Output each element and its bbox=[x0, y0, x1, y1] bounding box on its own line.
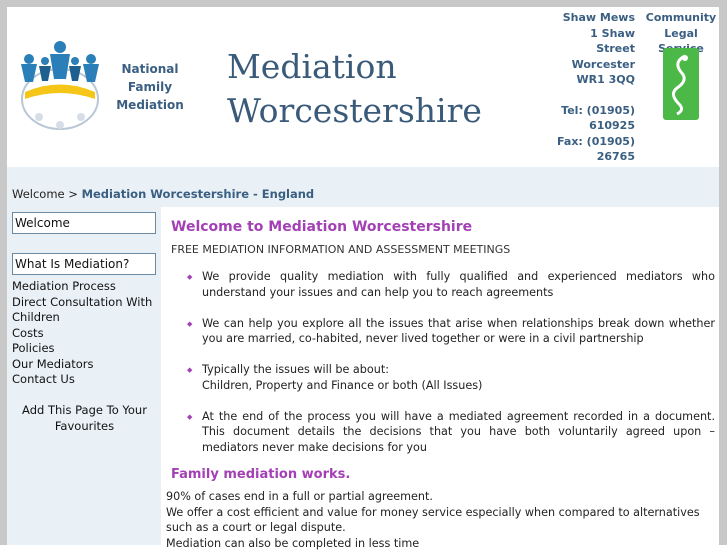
window-right-border bbox=[719, 0, 727, 545]
breadcrumb: Welcome > Mediation Worcestershire - Eng… bbox=[12, 187, 314, 201]
site-title: Mediation Worcestershire bbox=[227, 45, 457, 133]
intro-text: FREE MEDIATION INFORMATION AND ASSESSMEN… bbox=[171, 243, 510, 256]
bullet-icon: ◆ bbox=[187, 270, 192, 286]
breadcrumb-bar: Welcome > Mediation Worcestershire - Eng… bbox=[7, 167, 719, 207]
paragraph-line: We offer a cost efficient and value for … bbox=[166, 505, 714, 536]
list-item: ◆ At the end of the process you will hav… bbox=[175, 409, 715, 456]
nav-link-direct-consultation-children[interactable]: Children bbox=[12, 310, 157, 326]
list-item-text: At the end of the process you will have … bbox=[202, 410, 715, 454]
nfm-line: National bbox=[112, 60, 188, 78]
list-item-text: We can help you explore all the issues t… bbox=[202, 317, 715, 346]
bullet-icon: ◆ bbox=[187, 410, 192, 426]
nav-link-mediation-process[interactable]: Mediation Process bbox=[12, 279, 157, 295]
paragraph-line: Mediation can also be completed in less … bbox=[166, 536, 714, 551]
window-left-border bbox=[0, 0, 7, 545]
nav-link-our-mediators[interactable]: Our Mediators bbox=[12, 357, 157, 373]
bullet-icon: ◆ bbox=[187, 363, 192, 379]
add-to-favourites-link[interactable]: Add This Page To Your Favourites bbox=[17, 402, 152, 434]
nav-link-costs[interactable]: Costs bbox=[12, 326, 157, 342]
paragraph-line: 90% of cases end in a full or partial ag… bbox=[166, 489, 714, 505]
cls-line: Community bbox=[643, 10, 719, 26]
breadcrumb-separator: > bbox=[68, 187, 78, 201]
list-item-text: Typically the issues will be about: bbox=[202, 362, 715, 378]
nfm-name: National Family Mediation bbox=[112, 60, 188, 114]
contact-line: 26765 bbox=[552, 149, 635, 165]
list-item-text: Children, Property and Finance or both (… bbox=[202, 378, 715, 394]
list-item: ◆ Typically the issues will be about: Ch… bbox=[175, 362, 715, 393]
contact-line: 610925 bbox=[552, 118, 635, 134]
list-item: ◆ We can help you explore all the issues… bbox=[175, 316, 715, 347]
bullet-icon: ◆ bbox=[187, 317, 192, 333]
nav-links: Mediation Process Direct Consultation Wi… bbox=[12, 279, 157, 388]
list-item: ◆ We provide quality mediation with full… bbox=[175, 269, 715, 300]
address-line: Worcester bbox=[552, 57, 635, 73]
breadcrumb-current: Mediation Worcestershire - England bbox=[82, 187, 315, 201]
contact-line: Fax: (01905) bbox=[552, 134, 635, 150]
breadcrumb-root-link[interactable]: Welcome bbox=[12, 187, 65, 201]
list-item-text: We provide quality mediation with fully … bbox=[202, 270, 715, 299]
section-heading: Family mediation works. bbox=[171, 467, 350, 482]
address-block: Shaw Mews 1 Shaw Street Worcester WR1 3Q… bbox=[552, 10, 635, 165]
nfm-line: Family bbox=[112, 78, 188, 96]
address-line: Shaw Mews bbox=[552, 10, 635, 26]
favourites-line: Favourites bbox=[17, 418, 152, 434]
address-line: 1 Shaw Street bbox=[552, 26, 635, 57]
nav-item-welcome[interactable]: Welcome bbox=[12, 212, 156, 234]
site-title-line: Worcestershire bbox=[227, 89, 457, 133]
address-line: WR1 3QQ bbox=[552, 72, 635, 88]
nfm-line: Mediation bbox=[112, 96, 188, 114]
main-content: Welcome to Mediation Worcestershire FREE… bbox=[161, 207, 719, 545]
favourites-line: Add This Page To Your bbox=[17, 402, 152, 418]
page-title: Welcome to Mediation Worcestershire bbox=[171, 219, 472, 235]
sidebar: Welcome What Is Mediation? Mediation Pro… bbox=[7, 207, 161, 545]
nav-link-contact-us[interactable]: Contact Us bbox=[12, 372, 157, 388]
window-top-border bbox=[0, 0, 727, 7]
contact-line: Tel: (01905) bbox=[552, 103, 635, 119]
works-paragraph: 90% of cases end in a full or partial ag… bbox=[166, 489, 714, 551]
nav-item-what-is-mediation[interactable]: What Is Mediation? bbox=[12, 253, 156, 275]
nfm-logo-icon bbox=[17, 37, 103, 132]
nav-link-direct-consultation[interactable]: Direct Consultation With bbox=[12, 295, 157, 311]
nav-link-policies[interactable]: Policies bbox=[12, 341, 157, 357]
site-header: National Family Mediation Mediation Worc… bbox=[7, 7, 719, 167]
benefits-list: ◆ We provide quality mediation with full… bbox=[175, 269, 715, 455]
site-title-line: Mediation bbox=[227, 45, 457, 89]
cls-logo-icon bbox=[663, 48, 699, 120]
